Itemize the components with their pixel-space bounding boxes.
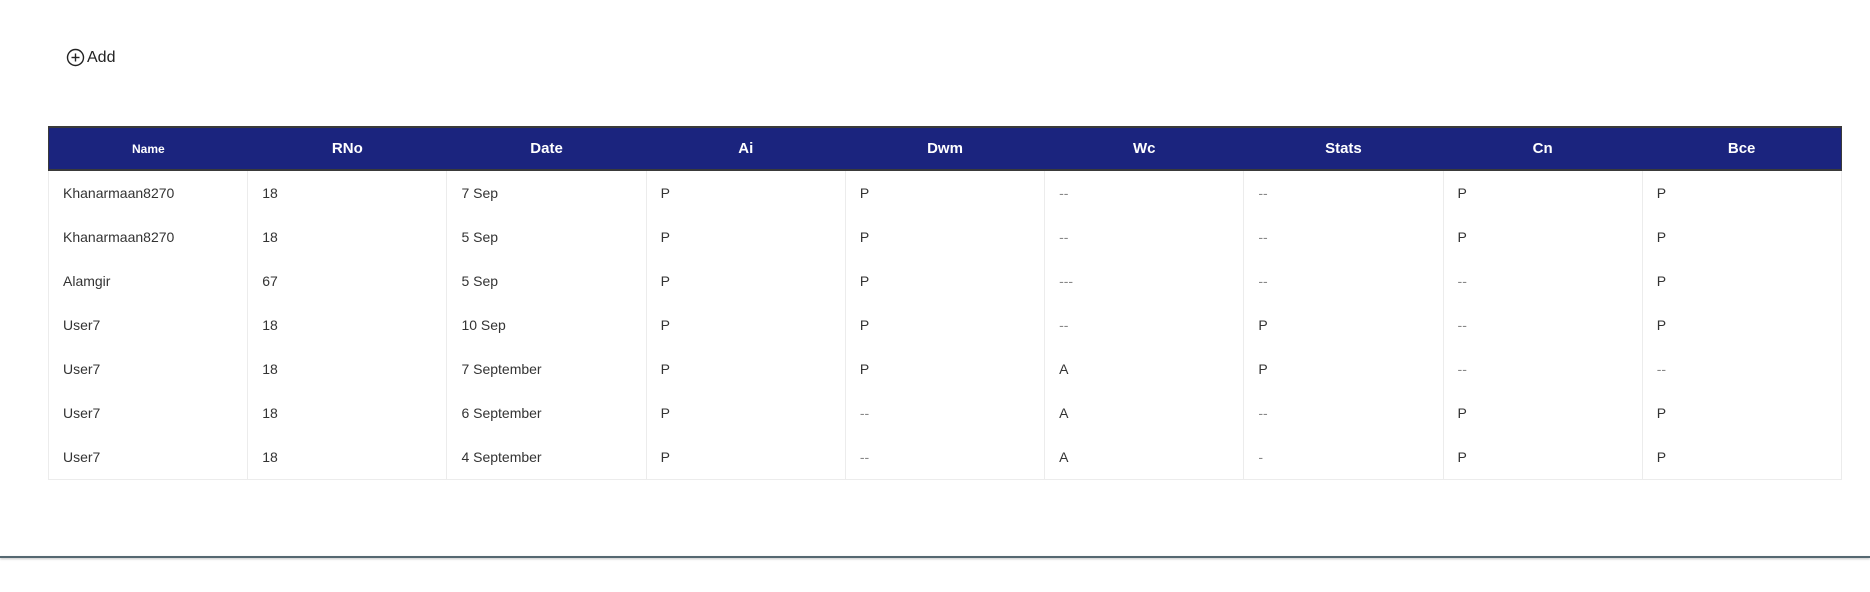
column-header-cn: Cn [1443, 126, 1643, 171]
table-cell-name: Alamgir [47, 259, 248, 303]
table-cell-rno: 18 [247, 435, 447, 480]
table-cell-stats: -- [1243, 215, 1444, 259]
table-cell-rno: 18 [247, 347, 447, 391]
table-cell-cn: P [1442, 435, 1643, 480]
table-cell-date: 7 Sep [446, 170, 647, 215]
plus-circle-icon [66, 48, 85, 67]
table-cell-date: 7 September [446, 347, 647, 391]
table-cell-dwm: P [844, 259, 1045, 303]
table-cell-ai: P [645, 215, 846, 259]
column-header-dwm: Dwm [845, 126, 1045, 171]
table-cell-dwm: -- [844, 435, 1045, 480]
table-cell-bce: P [1641, 259, 1843, 303]
table-row: Alamgir 67 5 Sep P P --- -- -- P [47, 259, 1843, 303]
table-cell-ai: P [645, 303, 846, 347]
table-cell-cn: P [1442, 215, 1643, 259]
table-row: User7 18 6 September P -- A -- P P [47, 391, 1843, 435]
table-cell-ai: P [645, 347, 846, 391]
table-cell-rno: 18 [247, 391, 447, 435]
column-header-rno: RNo [247, 126, 447, 171]
table-header: Name RNo Date Ai Dwm Wc Stats Cn Bce [47, 126, 1843, 171]
table-cell-date: 5 Sep [446, 215, 647, 259]
table-cell-dwm: P [844, 303, 1045, 347]
table-cell-rno: 67 [247, 259, 447, 303]
table-cell-name: User7 [47, 347, 248, 391]
table-cell-bce: P [1641, 170, 1843, 215]
table-cell-name: User7 [47, 391, 248, 435]
table-cell-wc: A [1044, 347, 1244, 391]
table-cell-date: 4 September [446, 435, 647, 480]
bottom-divider [0, 556, 1870, 558]
table-cell-cn: -- [1442, 259, 1643, 303]
table-cell-ai: P [645, 170, 846, 215]
add-button-label: Add [87, 48, 116, 66]
table-cell-wc: -- [1044, 303, 1244, 347]
table-cell-wc: -- [1044, 170, 1244, 215]
table-cell-rno: 18 [247, 303, 447, 347]
table-cell-wc: A [1044, 435, 1244, 480]
table-cell-name: User7 [47, 435, 248, 480]
table-cell-date: 10 Sep [446, 303, 647, 347]
table-cell-bce: P [1641, 303, 1843, 347]
table-header-row: Name RNo Date Ai Dwm Wc Stats Cn Bce [47, 126, 1843, 171]
table-cell-dwm: P [844, 215, 1045, 259]
table-cell-wc: --- [1044, 259, 1244, 303]
table-cell-stats: -- [1243, 170, 1444, 215]
table-cell-ai: P [645, 435, 846, 480]
table-cell-date: 5 Sep [446, 259, 647, 303]
table-row: Khanarmaan8270 18 7 Sep P P -- -- P P [47, 170, 1843, 215]
table-cell-ai: P [645, 391, 846, 435]
table-body: Khanarmaan8270 18 7 Sep P P -- -- P P Khanarmaan8… [47, 170, 1843, 480]
column-header-stats: Stats [1243, 126, 1444, 171]
table-row: User7 18 10 Sep P P -- P -- P [47, 303, 1843, 347]
table-cell-bce: P [1641, 435, 1843, 480]
table-cell-date: 6 September [446, 391, 647, 435]
table-cell-stats: -- [1243, 391, 1444, 435]
attendance-table: Name RNo Date Ai Dwm Wc Stats Cn Bce Khanarmaan8… [47, 126, 1843, 480]
attendance-table-container: Name RNo Date Ai Dwm Wc Stats Cn Bce Khanarmaan8… [47, 126, 1843, 480]
table-cell-dwm: -- [844, 391, 1045, 435]
table-cell-cn: P [1442, 170, 1643, 215]
table-cell-name: Khanarmaan8270 [47, 215, 248, 259]
column-header-bce: Bce [1642, 126, 1843, 171]
table-cell-stats: P [1243, 347, 1444, 391]
table-cell-rno: 18 [247, 170, 447, 215]
table-cell-cn: P [1442, 391, 1643, 435]
table-cell-ai: P [645, 259, 846, 303]
add-button[interactable]: Add [66, 48, 115, 67]
table-row: Khanarmaan8270 18 5 Sep P P -- -- P P [47, 215, 1843, 259]
table-cell-wc: -- [1044, 215, 1244, 259]
column-header-name: Name [47, 126, 248, 171]
table-cell-stats: -- [1243, 259, 1444, 303]
table-cell-bce: P [1641, 215, 1843, 259]
column-header-date: Date [446, 126, 647, 171]
page: Add Name RNo Date Ai Dwm Wc Stats Cn Bce Khanarm… [0, 0, 1870, 592]
table-cell-bce: -- [1641, 347, 1843, 391]
table-cell-dwm: P [844, 347, 1045, 391]
table-cell-wc: A [1044, 391, 1244, 435]
table-cell-cn: -- [1442, 347, 1643, 391]
table-row: User7 18 4 September P -- A - P P [47, 435, 1843, 480]
column-header-wc: Wc [1044, 126, 1244, 171]
table-cell-stats: - [1243, 435, 1444, 480]
table-cell-dwm: P [844, 170, 1045, 215]
table-cell-stats: P [1243, 303, 1444, 347]
column-header-ai: Ai [646, 126, 846, 171]
table-cell-rno: 18 [247, 215, 447, 259]
table-cell-cn: -- [1442, 303, 1643, 347]
table-cell-name: Khanarmaan8270 [47, 170, 248, 215]
table-row: User7 18 7 September P P A P -- -- [47, 347, 1843, 391]
table-cell-bce: P [1641, 391, 1843, 435]
table-cell-name: User7 [47, 303, 248, 347]
